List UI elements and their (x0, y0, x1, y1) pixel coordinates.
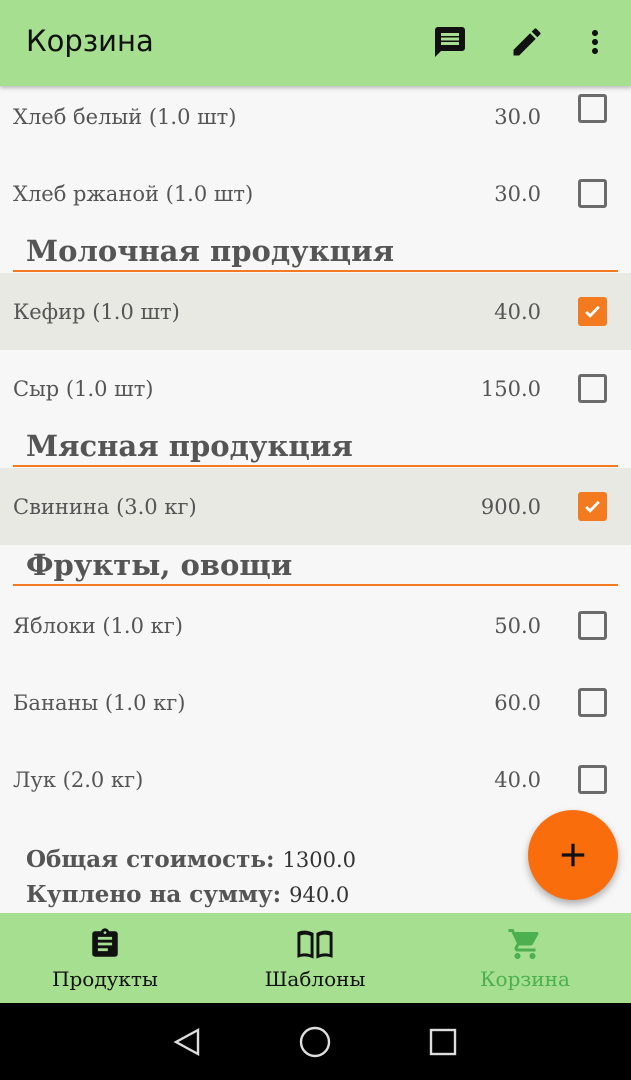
item-name: Свинина (3.0 кг) (13, 494, 197, 519)
item-checkbox[interactable] (578, 179, 607, 208)
item-name: Сыр (1.0 шт) (13, 376, 154, 401)
system-nav-bar (0, 1003, 631, 1080)
nav-label: Корзина (480, 967, 570, 991)
item-checkbox[interactable] (578, 492, 607, 521)
total-value: 1300.0 (282, 848, 356, 872)
item-checkbox[interactable] (578, 374, 607, 403)
book-icon (296, 927, 334, 961)
total-label: Общая стоимость: (26, 846, 275, 873)
nav-item-templates[interactable]: Шаблоны (210, 913, 420, 1003)
nav-label: Шаблоны (264, 967, 366, 991)
section-title: Фрукты, овощи (26, 548, 293, 582)
item-checkbox[interactable] (578, 297, 607, 326)
check-icon (585, 305, 600, 318)
list-item[interactable]: Свинина (3.0 кг) 900.0 (0, 468, 631, 545)
list-item[interactable]: Лук (2.0 кг) 40.0 (0, 741, 631, 818)
item-price: 60.0 (494, 690, 541, 715)
bought-value: 940.0 (289, 883, 350, 907)
item-name: Яблоки (1.0 кг) (13, 613, 183, 638)
list-item[interactable]: Кефир (1.0 шт) 40.0 (0, 273, 631, 350)
item-price: 50.0 (494, 613, 541, 638)
recents-icon[interactable] (426, 1025, 460, 1059)
edit-icon[interactable] (507, 22, 547, 62)
bought-label: Куплено на сумму: (26, 881, 282, 908)
back-icon[interactable] (170, 1025, 204, 1059)
home-icon[interactable] (298, 1025, 332, 1059)
item-price: 40.0 (494, 299, 541, 324)
section-title: Молочная продукция (26, 234, 395, 268)
nav-item-cart[interactable]: Корзина (420, 913, 630, 1003)
item-name: Хлеб белый (1.0 шт) (13, 104, 237, 129)
item-name: Лук (2.0 кг) (13, 767, 144, 792)
more-vert-icon[interactable] (575, 22, 615, 62)
item-price: 900.0 (480, 494, 541, 519)
item-checkbox[interactable] (578, 611, 607, 640)
item-checkbox[interactable] (578, 688, 607, 717)
nav-item-products[interactable]: Продукты (0, 913, 210, 1003)
page-title: Корзина (26, 24, 154, 58)
item-price: 30.0 (494, 104, 541, 129)
bought-sum: Куплено на сумму: 940.0 (26, 881, 349, 908)
add-item-button[interactable] (528, 810, 618, 900)
list-item[interactable]: Бананы (1.0 кг) 60.0 (0, 664, 631, 741)
plus-icon (561, 843, 585, 867)
item-checkbox[interactable] (578, 94, 607, 123)
clipboard-icon (88, 927, 122, 961)
item-name: Кефир (1.0 шт) (13, 299, 180, 324)
section-header: Мясная продукция (13, 427, 618, 467)
comment-icon[interactable] (430, 22, 470, 62)
section-header: Молочная продукция (13, 232, 618, 272)
list-item[interactable]: Сыр (1.0 шт) 150.0 (0, 350, 631, 427)
list-item[interactable]: Яблоки (1.0 кг) 50.0 (0, 587, 631, 664)
section-title: Мясная продукция (26, 429, 353, 463)
item-price: 40.0 (494, 767, 541, 792)
check-icon (585, 500, 600, 513)
app-bar: Корзина (0, 0, 631, 86)
item-price: 30.0 (494, 181, 541, 206)
cart-icon (507, 927, 543, 961)
item-name: Бананы (1.0 кг) (13, 690, 186, 715)
item-price: 150.0 (480, 376, 541, 401)
section-header: Фрукты, овощи (13, 546, 618, 586)
list-item[interactable]: Хлеб белый (1.0 шт) 30.0 (0, 78, 631, 155)
item-name: Хлеб ржаной (1.0 шт) (13, 181, 254, 206)
item-checkbox[interactable] (578, 765, 607, 794)
list-item[interactable]: Хлеб ржаной (1.0 шт) 30.0 (0, 155, 631, 232)
nav-label: Продукты (52, 967, 158, 991)
bottom-nav: Продукты Шаблоны Корзина (0, 913, 631, 1003)
total-cost: Общая стоимость: 1300.0 (26, 846, 356, 873)
